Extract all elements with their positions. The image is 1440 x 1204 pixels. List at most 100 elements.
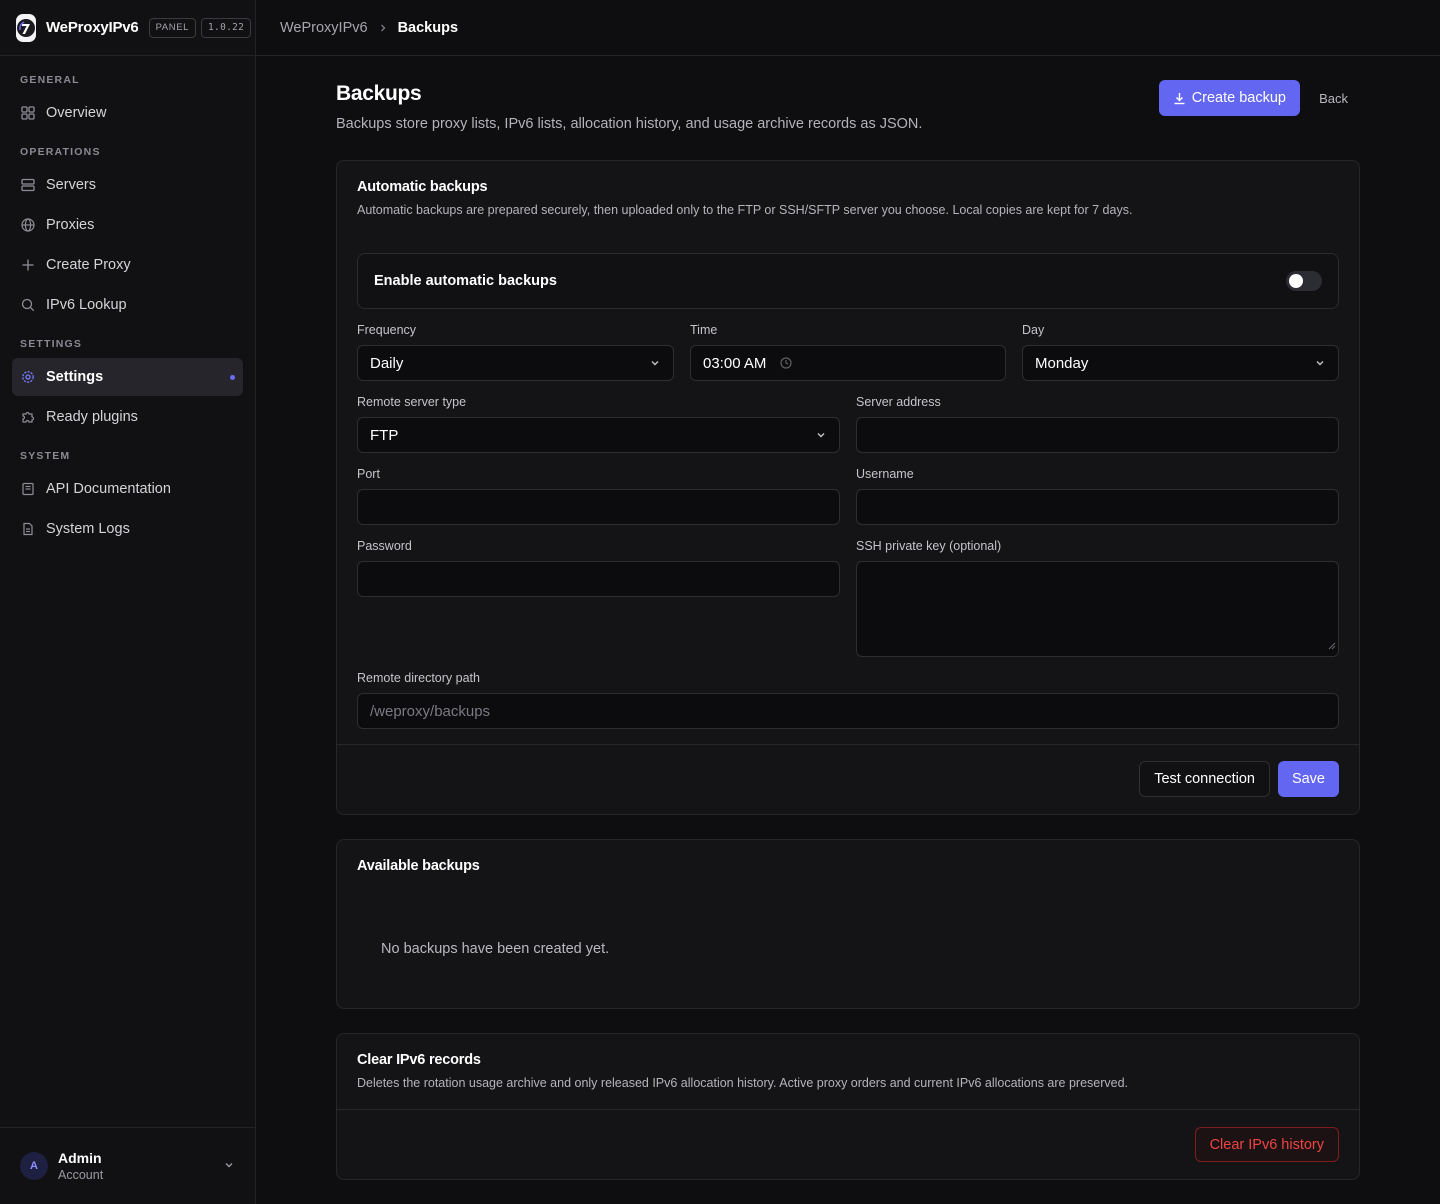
sidebar-item-proxies[interactable]: Proxies <box>12 206 243 244</box>
search-icon <box>20 297 36 313</box>
nav-group-general: GENERAL Overview <box>12 68 243 132</box>
sidebar-item-ready-plugins[interactable]: Ready plugins <box>12 398 243 436</box>
sidebar-item-label: API Documentation <box>46 481 171 497</box>
sidebar-item-label: Proxies <box>46 217 95 233</box>
chevron-down-icon[interactable] <box>223 1158 235 1174</box>
field-label: Frequency <box>357 323 417 337</box>
enable-automatic-backups-row: Enable automatic backups <box>357 253 1339 309</box>
clear-ipv6-records-card: Clear IPv6 records Deletes the rotation … <box>336 1033 1360 1180</box>
brand[interactable]: WeProxyIPv6 PANEL 1.0.22 <box>0 0 255 56</box>
card-title: Available backups <box>357 858 480 874</box>
frequency-select[interactable]: Daily <box>357 345 674 381</box>
card-footer: Test connection Save <box>337 744 1359 814</box>
avatar: A <box>20 1152 48 1180</box>
sidebar-item-servers[interactable]: Servers <box>12 166 243 204</box>
card-header: Clear IPv6 records Deletes the rotation … <box>357 1052 1128 1090</box>
nav-heading: SETTINGS <box>20 338 83 350</box>
clear-ipv6-history-button[interactable]: Clear IPv6 history <box>1194 1127 1339 1162</box>
ssh-private-key-field: SSH private key (optional) <box>856 539 1339 657</box>
toggle-knob <box>1289 274 1303 288</box>
sidebar: WeProxyIPv6 PANEL 1.0.22 GENERAL Overvie… <box>0 0 256 1204</box>
username-input[interactable] <box>856 489 1339 525</box>
page-title: Backups <box>336 82 422 105</box>
select-value: Daily <box>370 354 404 372</box>
password-input[interactable] <box>357 561 840 597</box>
back-link[interactable]: Back <box>1319 91 1348 106</box>
input-placeholder: /weproxy/backups <box>370 702 491 720</box>
clock-icon[interactable] <box>780 357 792 369</box>
user-role: Account <box>58 1168 104 1182</box>
server-address-input[interactable] <box>856 417 1339 453</box>
breadcrumb-current: Backups <box>397 19 459 36</box>
chevron-right-icon <box>378 23 388 33</box>
ssh-private-key-textarea[interactable] <box>856 561 1339 657</box>
sidebar-item-label: Create Proxy <box>46 257 131 273</box>
resize-handle-icon[interactable] <box>1328 637 1336 654</box>
sidebar-item-system-logs[interactable]: System Logs <box>12 510 243 548</box>
chevron-down-icon <box>649 357 661 369</box>
breadcrumb: WeProxyIPv6 Backups <box>280 20 458 36</box>
sidebar-item-api-documentation[interactable]: API Documentation <box>12 470 243 508</box>
enable-automatic-backups-toggle[interactable] <box>1286 271 1322 291</box>
remote-server-type-field: Remote server type FTP <box>357 395 840 453</box>
remote-directory-path-field: Remote directory path /weproxy/backups <box>357 671 1339 729</box>
plus-icon <box>20 257 36 273</box>
field-label: Day <box>1022 323 1045 337</box>
topbar: WeProxyIPv6 Backups <box>256 0 1440 56</box>
create-backup-label: Create backup <box>1191 90 1286 106</box>
select-value: FTP <box>370 426 399 444</box>
sidebar-item-label: Servers <box>46 177 96 193</box>
sidebar-nav: GENERAL Overview OPERATIONS Servers Prox… <box>0 56 255 548</box>
port-field: Port <box>357 467 840 525</box>
port-input[interactable] <box>357 489 840 525</box>
nav-heading: GENERAL <box>20 74 80 86</box>
field-label: Remote server type <box>357 395 467 409</box>
sidebar-item-settings[interactable]: Settings <box>12 358 243 396</box>
nav-group-settings: SETTINGS Settings Ready plugins <box>12 332 243 436</box>
field-label: SSH private key (optional) <box>856 539 1002 553</box>
select-value: Monday <box>1035 354 1089 372</box>
field-label: Server address <box>856 395 941 409</box>
automatic-backups-card: Automatic backups Automatic backups are … <box>336 160 1360 815</box>
active-indicator-dot <box>230 375 235 380</box>
card-footer: Clear IPv6 history <box>337 1109 1359 1179</box>
remote-server-type-select[interactable]: FTP <box>357 417 840 453</box>
card-description: Automatic backups are prepared securely,… <box>357 203 1133 217</box>
page-header: Backups Backups store proxy lists, IPv6 … <box>336 56 1360 160</box>
sidebar-item-ipv6-lookup[interactable]: IPv6 Lookup <box>12 286 243 324</box>
card-title: Automatic backups <box>357 179 488 195</box>
password-field: Password <box>357 539 840 597</box>
nav-group-system: SYSTEM API Documentation System Logs <box>12 444 243 548</box>
sidebar-item-label: Overview <box>46 105 107 121</box>
field-label: Time <box>690 323 718 337</box>
available-backups-card: Available backups No backups have been c… <box>336 839 1360 1009</box>
sidebar-item-create-proxy[interactable]: Create Proxy <box>12 246 243 284</box>
file-icon <box>20 521 36 537</box>
day-select[interactable]: Monday <box>1022 345 1339 381</box>
toggle-label: Enable automatic backups <box>374 273 557 289</box>
time-input[interactable]: 03:00 AM <box>690 345 1006 381</box>
version-badge: 1.0.22 <box>201 17 252 38</box>
nav-group-operations: OPERATIONS Servers Proxies Create Proxy <box>12 140 243 324</box>
download-icon <box>1173 92 1186 105</box>
brand-logo-icon <box>16 13 36 42</box>
globe-icon <box>20 217 36 233</box>
user-menu[interactable]: A Admin Account <box>0 1127 255 1204</box>
sidebar-item-overview[interactable]: Overview <box>12 94 243 132</box>
create-backup-button[interactable]: Create backup <box>1158 80 1300 116</box>
breadcrumb-root[interactable]: WeProxyIPv6 <box>280 20 368 36</box>
server-address-field: Server address <box>856 395 1339 453</box>
remote-directory-path-input[interactable]: /weproxy/backups <box>357 693 1339 729</box>
sidebar-item-label: Ready plugins <box>46 409 138 425</box>
frequency-field: Frequency Daily <box>357 323 674 381</box>
username-field: Username <box>856 467 1339 525</box>
save-button[interactable]: Save <box>1277 761 1339 797</box>
day-field: Day Monday <box>1022 323 1339 381</box>
field-label: Remote directory path <box>357 671 480 685</box>
panel-badge: PANEL <box>148 17 197 38</box>
puzzle-icon <box>20 409 36 425</box>
test-connection-button[interactable]: Test connection <box>1139 761 1270 797</box>
main-content: Backups Backups store proxy lists, IPv6 … <box>336 56 1360 1180</box>
nav-heading: OPERATIONS <box>20 146 101 158</box>
field-label: Username <box>856 467 914 481</box>
